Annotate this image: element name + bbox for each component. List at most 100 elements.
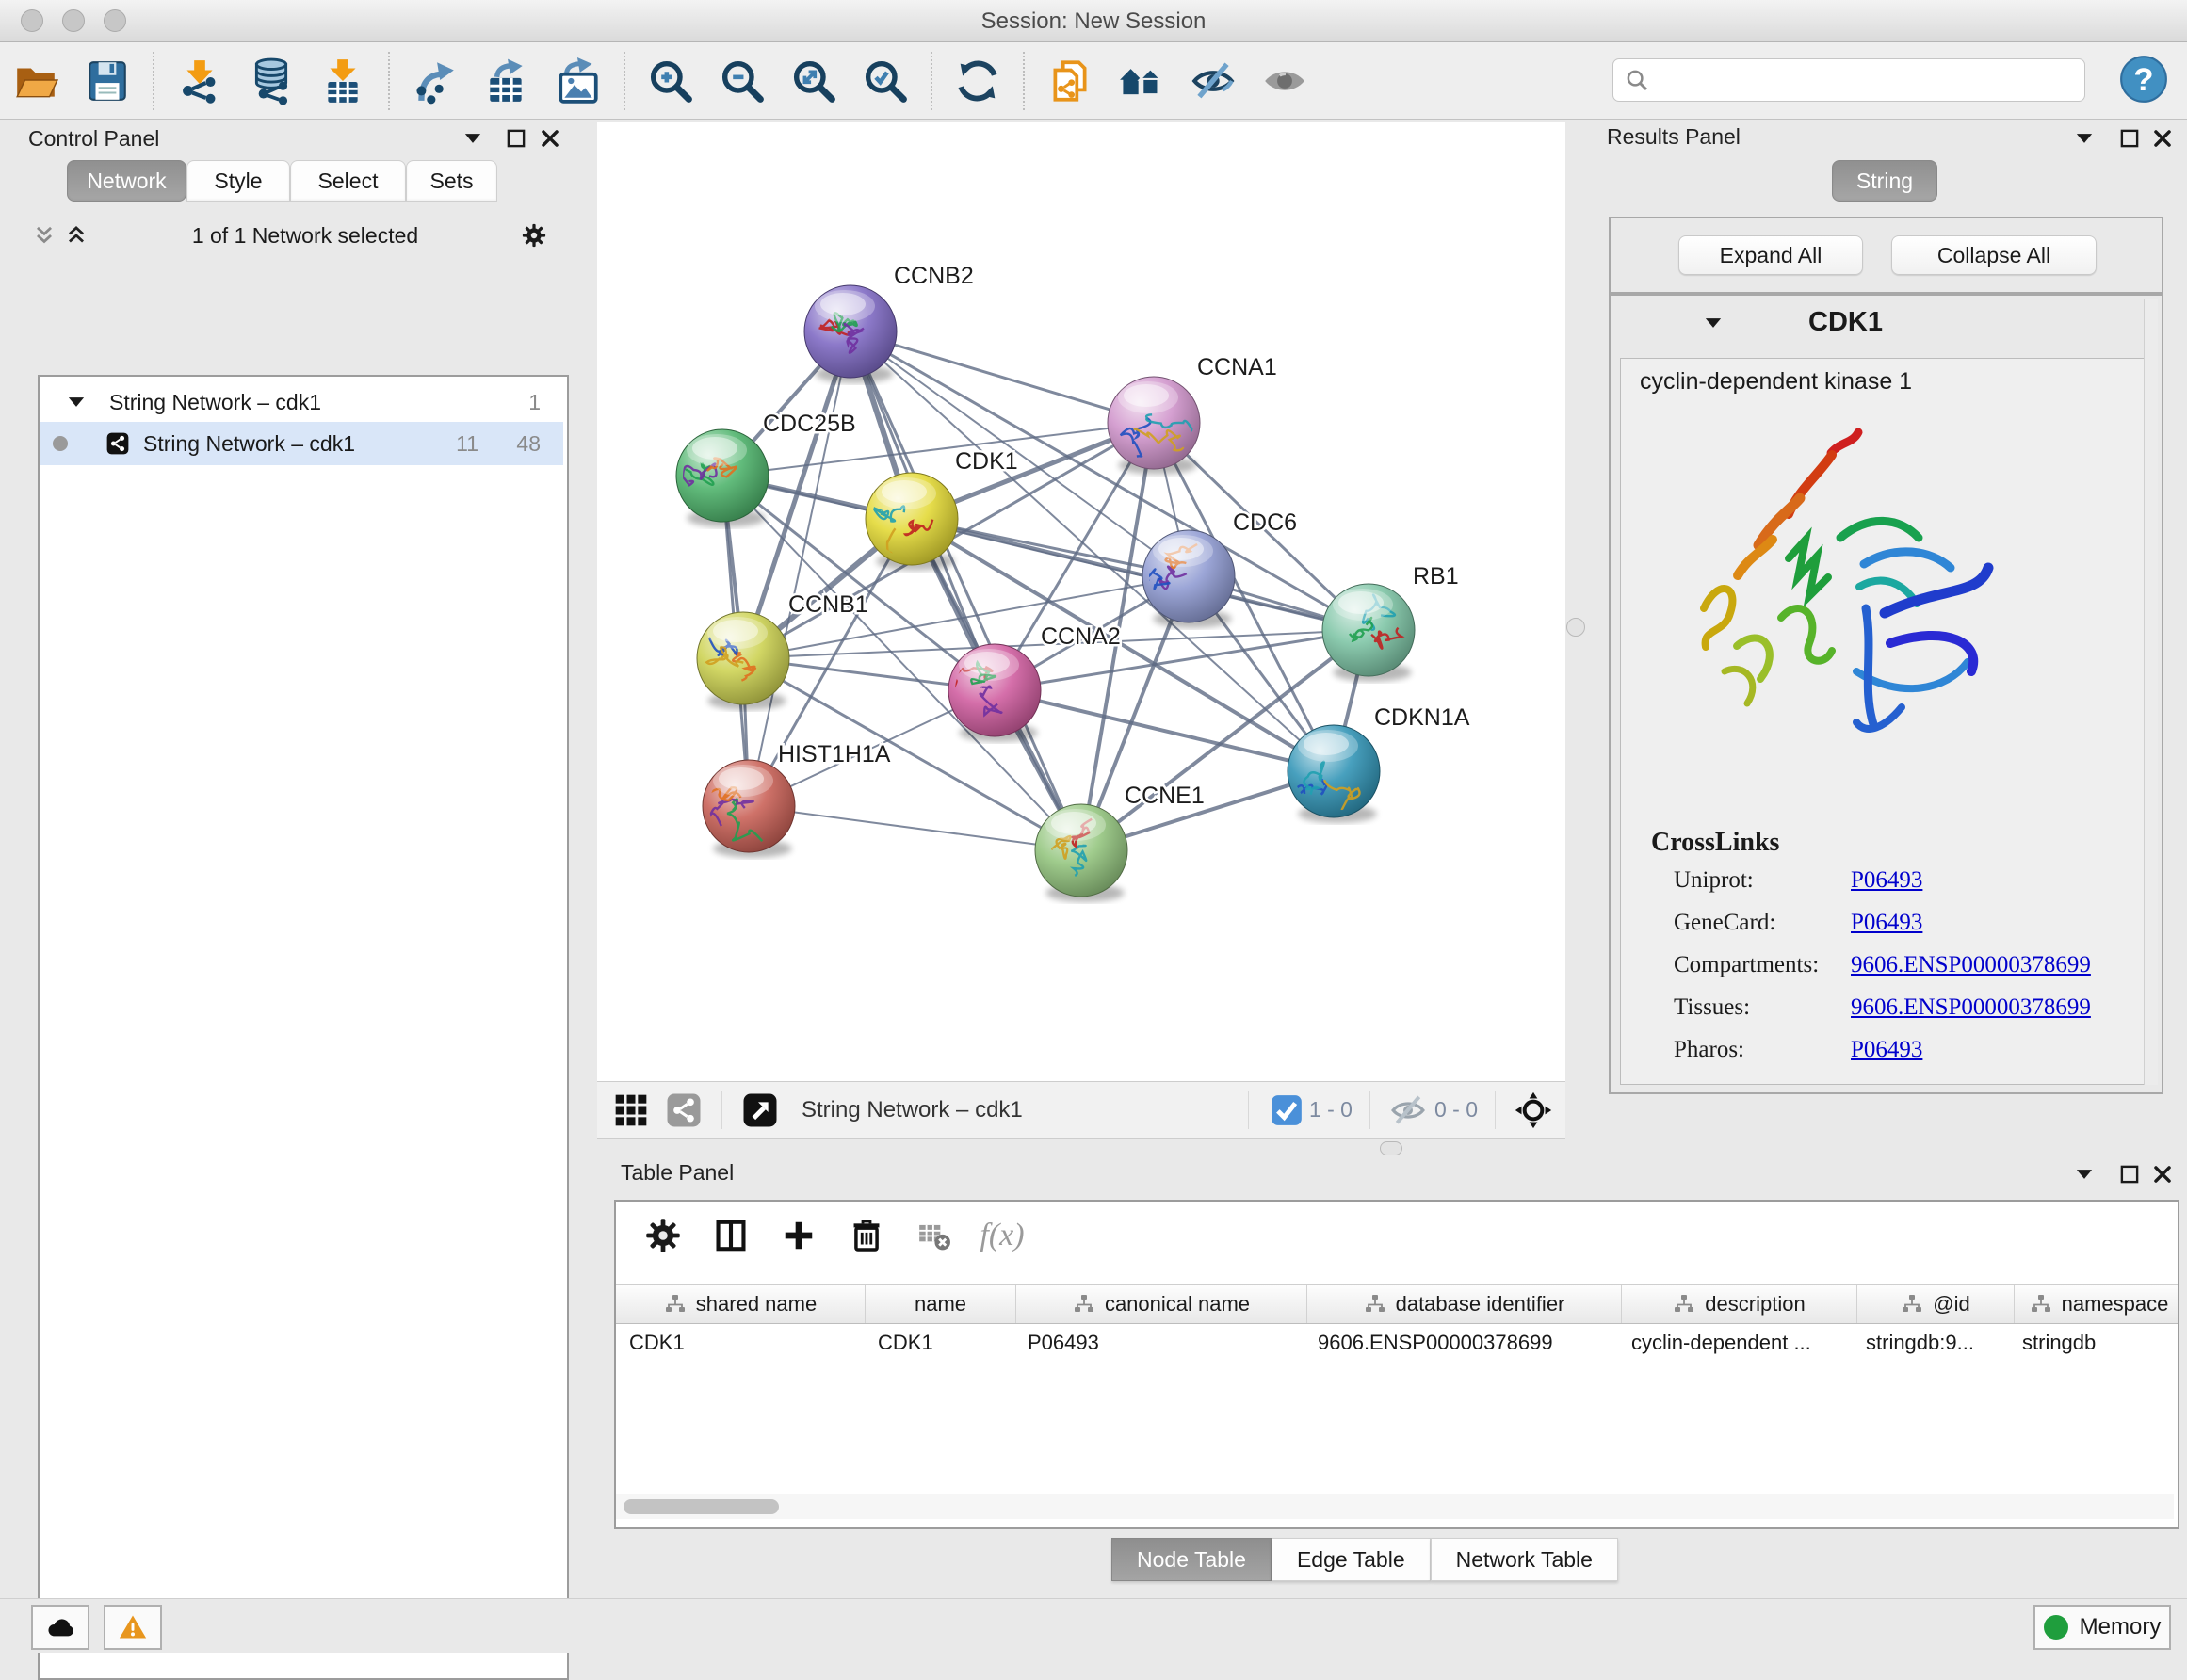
table-cell[interactable]: stringdb:9... (1853, 1323, 2009, 1363)
column-header-namespace[interactable]: namespace (2015, 1285, 2179, 1323)
crosslink-link[interactable]: 9606.ENSP00000378699 (1851, 994, 2091, 1021)
export-table-icon[interactable] (480, 55, 533, 107)
network-list-toolbar: 1 of 1 Network selected (28, 215, 556, 256)
network-node-RB1[interactable]: RB1 (1322, 563, 1459, 682)
import-table-icon[interactable] (316, 55, 369, 107)
network-node-HIST1H1A[interactable]: HIST1H1A (700, 741, 891, 858)
network-view-title: String Network – cdk1 (802, 1097, 1023, 1123)
gear-icon[interactable] (518, 219, 550, 251)
zoom-selected-icon[interactable] (859, 55, 912, 107)
network-collection-row[interactable]: String Network – cdk1 1 (40, 382, 563, 422)
export-network-icon[interactable] (409, 55, 462, 107)
delete-column-icon[interactable] (846, 1215, 887, 1256)
crosslink-link[interactable]: 9606.ENSP00000378699 (1851, 952, 2091, 978)
column-header-shared-name[interactable]: shared name (616, 1285, 866, 1323)
network-node-CDKN1A[interactable]: CDKN1A (1288, 704, 1470, 823)
float-table-icon[interactable] (2114, 1158, 2146, 1190)
help-button[interactable]: ? (2119, 55, 2168, 104)
search-input[interactable] (1651, 58, 2084, 102)
table-cell[interactable]: P06493 (1014, 1323, 1304, 1363)
tab-node-table[interactable]: Node Table (1111, 1538, 1272, 1581)
table-cell[interactable]: 9606.ENSP00000378699 (1304, 1323, 1618, 1363)
fit-content-crosshair-icon[interactable] (1515, 1091, 1552, 1129)
show-columns-icon[interactable] (710, 1215, 752, 1256)
selected-checkbox-icon[interactable] (1268, 1091, 1296, 1129)
add-column-icon[interactable] (778, 1215, 819, 1256)
tab-select[interactable]: Select (290, 160, 406, 202)
warnings-button[interactable] (104, 1605, 162, 1650)
column-header-description[interactable]: description (1622, 1285, 1857, 1323)
bottom-splitter-handle[interactable] (1380, 1141, 1402, 1155)
network-node-CCNA1[interactable]: CCNA1 (1108, 354, 1277, 475)
network-row[interactable]: String Network – cdk1 11 48 (40, 422, 563, 465)
cloud-button[interactable] (31, 1605, 89, 1650)
network-graph[interactable]: CCNB2 CCNA1 CDC25B CDK1 CDC6 RB1 CCNB1 (597, 122, 1565, 1081)
column-header-database-identifier[interactable]: database identifier (1307, 1285, 1622, 1323)
column-header-canonical-name[interactable]: canonical name (1016, 1285, 1307, 1323)
column-header-name[interactable]: name (866, 1285, 1016, 1323)
save-session-icon[interactable] (81, 55, 134, 107)
import-database-icon[interactable] (245, 55, 298, 107)
tab-network-table[interactable]: Network Table (1431, 1538, 1618, 1581)
close-panel-icon[interactable] (534, 122, 566, 154)
collapse-all-icon[interactable] (28, 219, 60, 251)
expand-all-button[interactable]: Expand All (1678, 235, 1863, 275)
show-eye-icon[interactable] (1258, 55, 1311, 107)
open-session-icon[interactable] (9, 55, 62, 107)
zoom-in-icon[interactable] (644, 55, 697, 107)
collapse-all-button[interactable]: Collapse All (1891, 235, 2097, 275)
network-view-icon[interactable] (665, 1091, 703, 1129)
node-label-CDC6: CDC6 (1233, 509, 1297, 536)
collapse-panel-icon[interactable] (457, 122, 489, 154)
grid-view-icon[interactable] (612, 1091, 650, 1129)
home-panes-icon[interactable] (1115, 55, 1168, 107)
table-cell[interactable]: CDK1 (865, 1323, 1014, 1363)
network-canvas[interactable]: CCNB2 CCNA1 CDC25B CDK1 CDC6 RB1 CCNB1 (597, 122, 1565, 1081)
tab-style[interactable]: Style (186, 160, 290, 202)
control-panel: Control Panel NetworkStyleSelectSets 1 o… (9, 122, 563, 1573)
collapse-table-icon[interactable] (2068, 1158, 2100, 1190)
zoom-fit-icon[interactable] (787, 55, 840, 107)
table-row[interactable]: CDK1CDK1P064939606.ENSP00000378699cyclin… (616, 1323, 2178, 1363)
export-image-icon[interactable] (552, 55, 605, 107)
table-cell[interactable]: CDK1 (616, 1323, 865, 1363)
crosslink-link[interactable]: P06493 (1851, 1037, 1922, 1063)
float-results-icon[interactable] (2114, 122, 2146, 154)
expand-all-icon[interactable] (60, 219, 92, 251)
results-scrollbar[interactable] (2144, 299, 2158, 1085)
hidden-eye-icon[interactable] (1389, 1091, 1421, 1129)
table-cell[interactable]: cyclin-dependent ... (1618, 1323, 1853, 1363)
search-box[interactable] (1612, 58, 2085, 102)
memory-button[interactable]: Memory (2033, 1605, 2171, 1650)
collection-expander-icon[interactable] (60, 386, 92, 418)
table-cell[interactable]: stringdb (2009, 1323, 2178, 1363)
hide-eye-icon[interactable] (1187, 55, 1239, 107)
close-results-icon[interactable] (2146, 122, 2179, 154)
table-settings-gear-icon[interactable] (642, 1215, 684, 1256)
tab-sets[interactable]: Sets (406, 160, 497, 202)
network-node-CCNB1[interactable]: CCNB1 (697, 591, 868, 710)
tab-network[interactable]: Network (67, 160, 186, 202)
clone-network-icon[interactable] (1044, 55, 1096, 107)
crosslink-link[interactable]: P06493 (1851, 910, 1922, 936)
detach-view-icon[interactable] (741, 1091, 779, 1129)
float-panel-icon[interactable] (500, 122, 532, 154)
node-label-CCNA2: CCNA2 (1041, 623, 1121, 650)
zoom-out-icon[interactable] (716, 55, 769, 107)
refresh-layout-icon[interactable] (951, 55, 1004, 107)
tab-edge-table[interactable]: Edge Table (1272, 1538, 1431, 1581)
scrollbar-thumb[interactable] (624, 1499, 779, 1514)
import-network-icon[interactable] (173, 55, 226, 107)
network-node-CCNB2[interactable]: CCNB2 (804, 263, 974, 383)
column-header--id[interactable]: @id (1857, 1285, 2015, 1323)
collapse-results-icon[interactable] (2068, 122, 2100, 154)
network-node-CDC6[interactable]: CDC6 (1127, 509, 1297, 628)
gene-expander-icon[interactable] (1697, 307, 1729, 339)
gene-header-row[interactable]: CDK1 (1611, 301, 2158, 348)
table-panel-title: Table Panel (621, 1160, 734, 1186)
close-table-icon[interactable] (2146, 1158, 2179, 1190)
delete-table-icon (914, 1215, 955, 1256)
tab-string[interactable]: String (1832, 160, 1937, 202)
crosslink-link[interactable]: P06493 (1851, 867, 1922, 894)
horizontal-scrollbar[interactable] (616, 1494, 2174, 1519)
